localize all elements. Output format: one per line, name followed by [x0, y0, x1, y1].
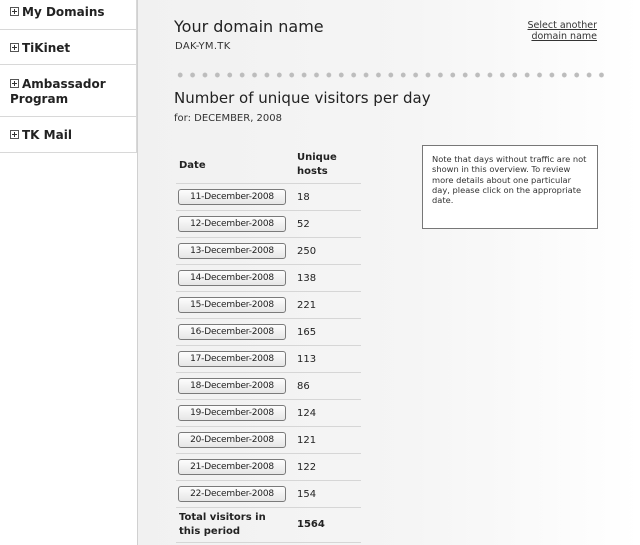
unique-hosts-column-header: Unique hosts: [293, 147, 361, 184]
date-button[interactable]: 17-December-2008: [178, 351, 286, 367]
unique-hosts-cell: 113: [293, 345, 361, 373]
select-link-line1[interactable]: Select another: [528, 20, 597, 31]
section-title: Number of unique visitors per day: [174, 89, 431, 107]
unique-hosts-cell: 124: [293, 399, 361, 427]
sidebar-item-ambassador-program[interactable]: Ambassador Program: [0, 65, 137, 117]
select-link-line2[interactable]: domain name: [531, 31, 597, 42]
sidebar-item-my-domains[interactable]: My Domains: [0, 0, 137, 30]
sidebar-item-label: TiKinet: [22, 41, 71, 55]
unique-hosts-cell: 250: [293, 237, 361, 265]
table-row: 13-December-2008 250: [176, 237, 361, 265]
visitors-table: Date Unique hosts 11-December-2008 18 12…: [176, 147, 361, 543]
table-row: 21-December-2008 122: [176, 453, 361, 481]
table-row: 20-December-2008 121: [176, 426, 361, 454]
hosts-header-line2: hosts: [297, 166, 328, 177]
date-button[interactable]: 14-December-2008: [178, 270, 286, 286]
date-button[interactable]: 16-December-2008: [178, 324, 286, 340]
total-label: Total visitors in this period: [176, 507, 293, 543]
note-text: Note that days without traffic are not s…: [432, 154, 587, 206]
total-label-line1: Total visitors in: [179, 512, 266, 523]
table-row: 11-December-2008 18: [176, 183, 361, 211]
unique-hosts-cell: 165: [293, 318, 361, 346]
table-row: 19-December-2008 124: [176, 399, 361, 427]
domain-name-value: DAK-YM.TK: [175, 41, 231, 52]
table-row: 17-December-2008 113: [176, 345, 361, 373]
unique-hosts-cell: 154: [293, 480, 361, 508]
table-row: 18-December-2008 86: [176, 372, 361, 400]
unique-hosts-cell: 221: [293, 291, 361, 319]
unique-hosts-cell: 122: [293, 453, 361, 481]
date-button[interactable]: 12-December-2008: [178, 216, 286, 232]
table-row: 14-December-2008 138: [176, 264, 361, 292]
sidebar-item-label: Ambassador: [22, 77, 106, 91]
date-button[interactable]: 20-December-2008: [178, 432, 286, 448]
date-button[interactable]: 21-December-2008: [178, 459, 286, 475]
expand-plus-icon[interactable]: [10, 7, 19, 16]
main-content: Your domain name DAK-YM.TK Select anothe…: [137, 0, 640, 545]
total-value: 1564: [293, 507, 361, 543]
date-button[interactable]: 15-December-2008: [178, 297, 286, 313]
date-button[interactable]: 19-December-2008: [178, 405, 286, 421]
unique-hosts-cell: 86: [293, 372, 361, 400]
table-row: 16-December-2008 165: [176, 318, 361, 346]
table-row: 15-December-2008 221: [176, 291, 361, 319]
date-column-header: Date: [176, 147, 293, 184]
table-row: 22-December-2008 154: [176, 480, 361, 508]
unique-hosts-cell: 18: [293, 183, 361, 211]
info-note-box: Note that days without traffic are not s…: [422, 145, 598, 229]
sidebar: My Domains TiKinet Ambassador Program TK…: [0, 0, 137, 545]
select-another-domain-link[interactable]: Select another domain name: [507, 20, 597, 42]
page-title: Your domain name: [174, 17, 324, 36]
table-header-row: Date Unique hosts: [176, 147, 361, 184]
date-button[interactable]: 13-December-2008: [178, 243, 286, 259]
date-button[interactable]: 11-December-2008: [178, 189, 286, 205]
date-button[interactable]: 18-December-2008: [178, 378, 286, 394]
unique-hosts-cell: 121: [293, 426, 361, 454]
sidebar-item-label: TK Mail: [22, 128, 72, 142]
total-row: Total visitors in this period 1564: [176, 507, 361, 543]
unique-hosts-cell: 52: [293, 210, 361, 238]
dotted-divider: [174, 71, 604, 79]
expand-plus-icon[interactable]: [10, 79, 19, 88]
total-label-line2: this period: [179, 526, 241, 537]
hosts-header-line1: Unique: [297, 152, 337, 163]
period-subtitle: for: DECEMBER, 2008: [174, 113, 283, 124]
sidebar-item-label-line2: Program: [10, 92, 69, 106]
expand-plus-icon[interactable]: [10, 130, 19, 139]
unique-hosts-cell: 138: [293, 264, 361, 292]
date-button[interactable]: 22-December-2008: [178, 486, 286, 502]
sidebar-item-tk-mail[interactable]: TK Mail: [0, 117, 137, 153]
expand-plus-icon[interactable]: [10, 43, 19, 52]
sidebar-item-tikinet[interactable]: TiKinet: [0, 30, 137, 65]
table-row: 12-December-2008 52: [176, 210, 361, 238]
sidebar-item-label: My Domains: [22, 5, 105, 19]
